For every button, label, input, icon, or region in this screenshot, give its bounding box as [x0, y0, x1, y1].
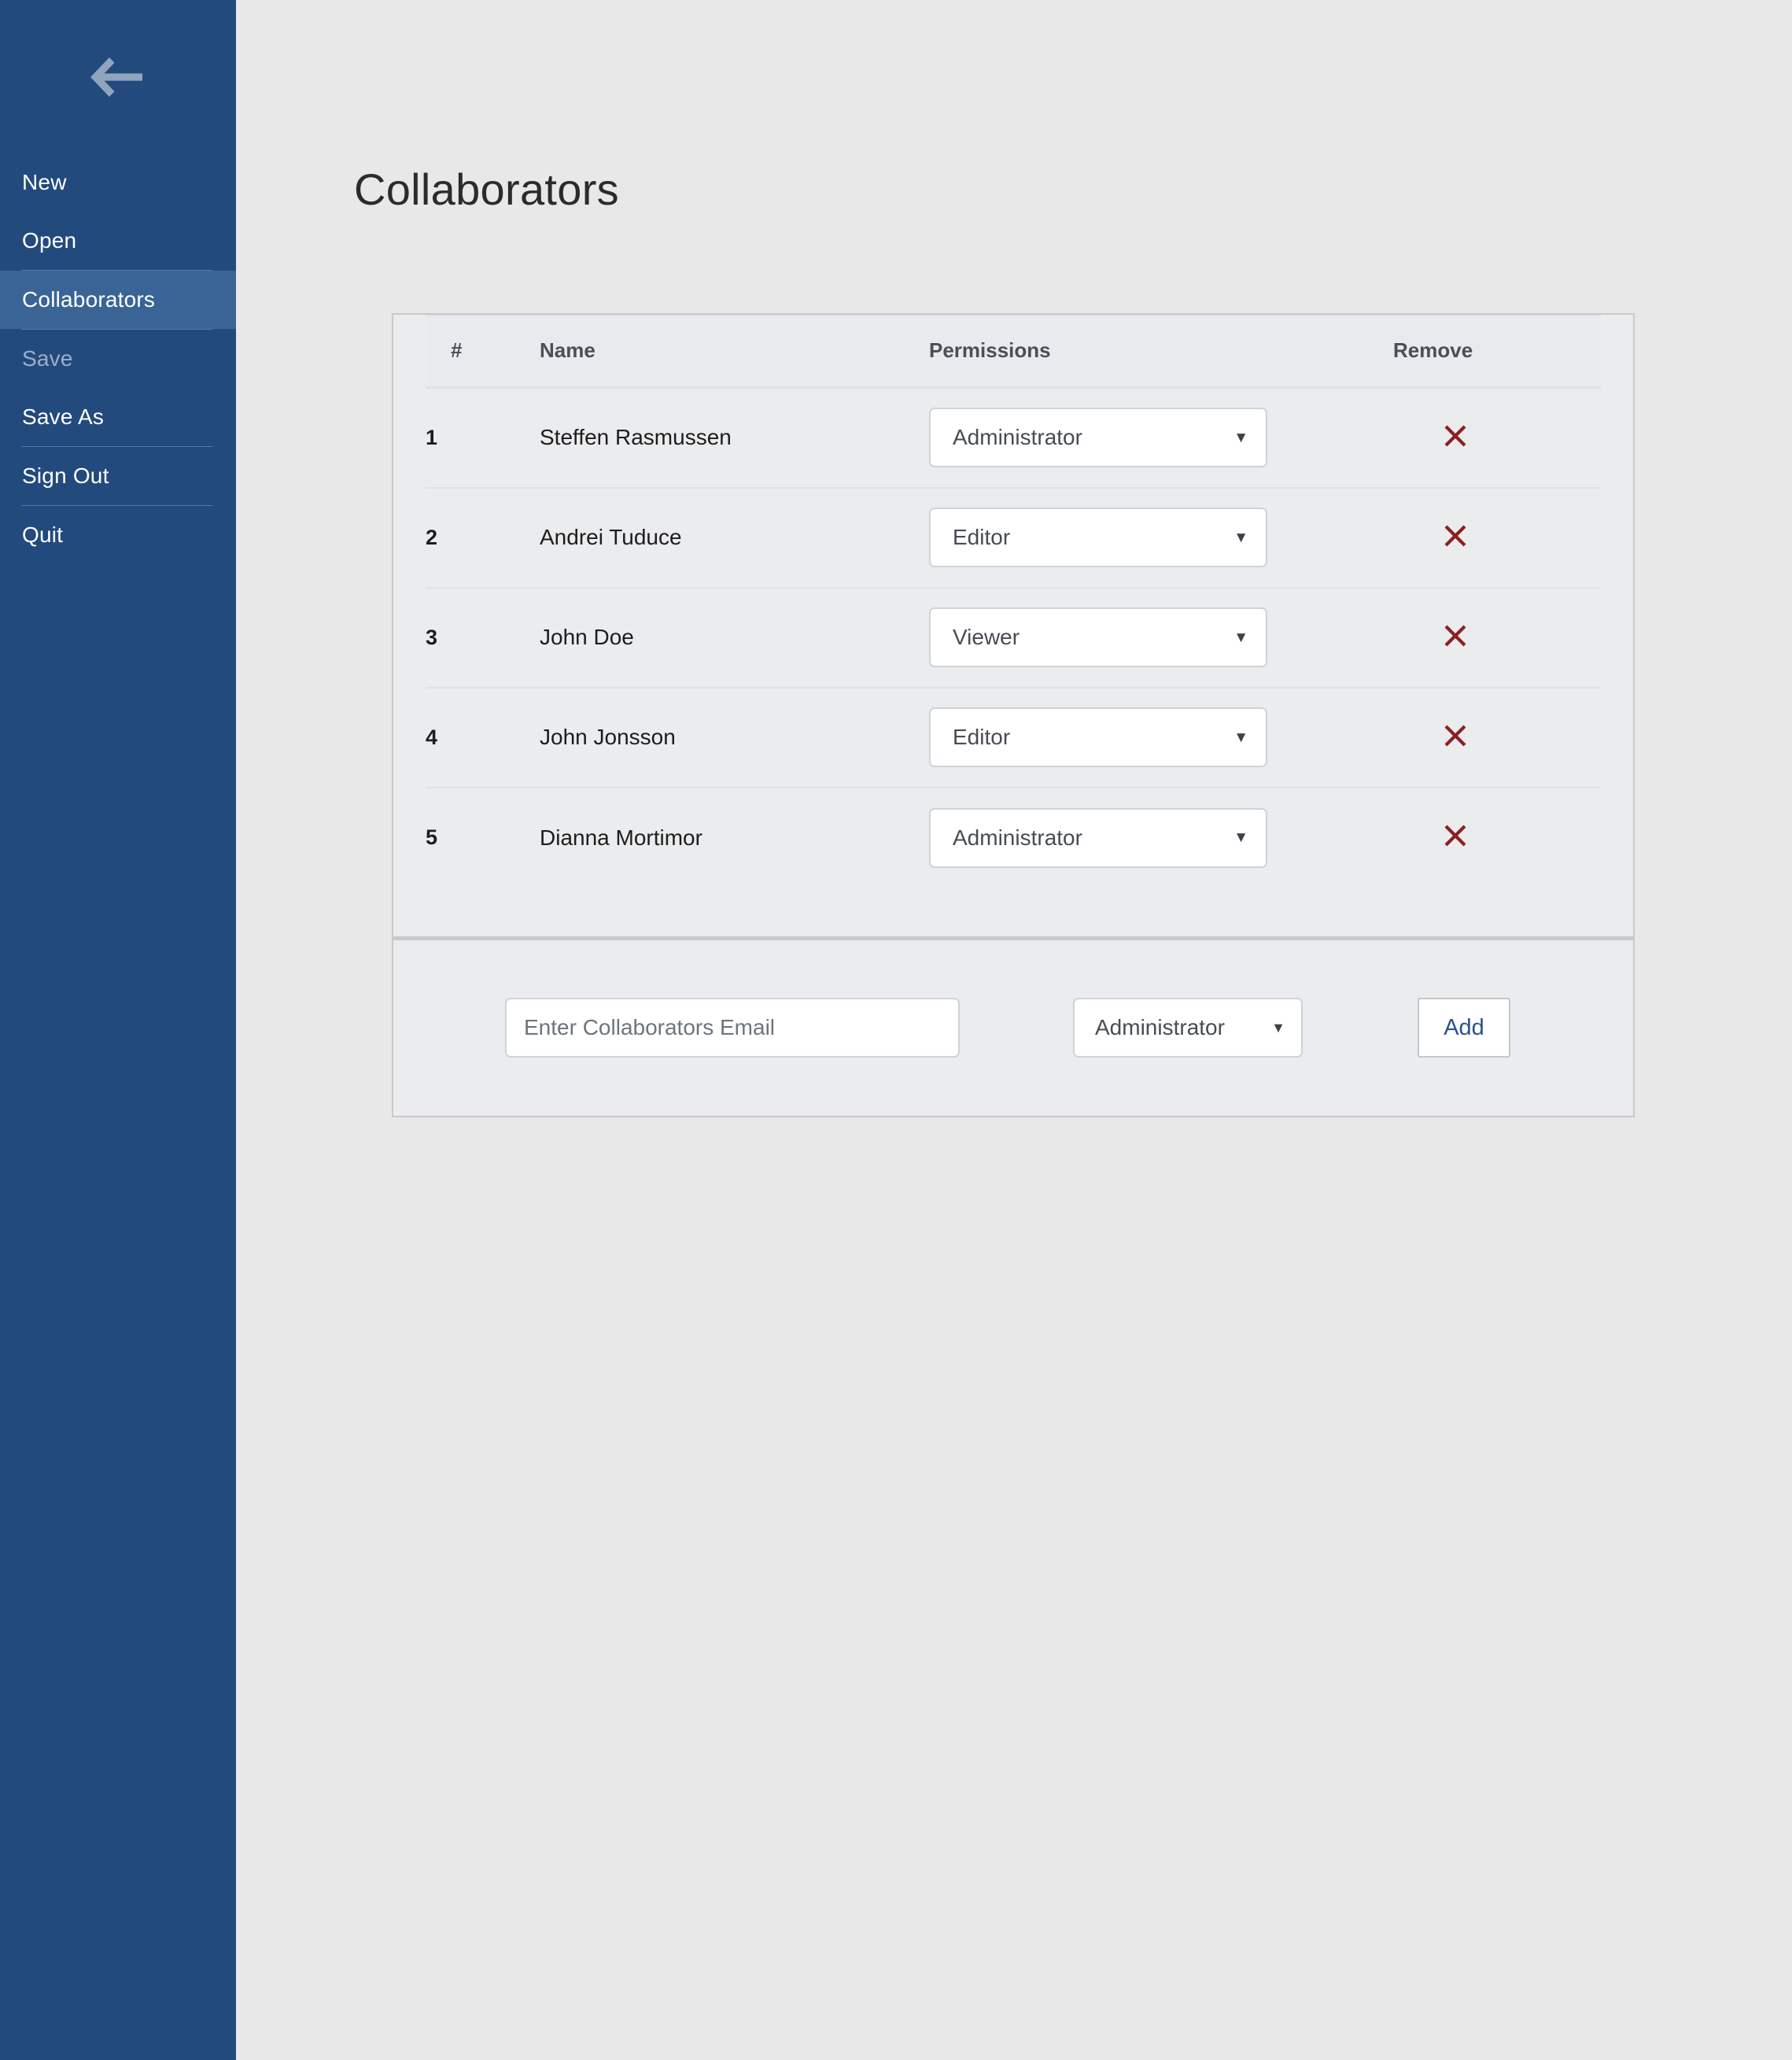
row-permission-cell: Editor ▼ — [929, 687, 1393, 788]
permission-select[interactable]: Editor ▼ — [929, 508, 1267, 567]
row-remove-cell — [1393, 487, 1601, 589]
add-collaborator-form: Administrator ▼ Add — [393, 940, 1633, 1116]
column-header-remove: Remove — [1393, 315, 1601, 389]
new-collaborator-permission-select[interactable]: Administrator ▼ — [1073, 998, 1303, 1058]
sidebar-item-save-as[interactable]: Save As — [0, 388, 236, 446]
permission-select[interactable]: Editor ▼ — [929, 707, 1267, 767]
sidebar-item-label: Quit — [22, 522, 64, 547]
new-permission-value: Administrator — [1095, 1015, 1225, 1039]
chevron-down-icon: ▼ — [1233, 829, 1248, 846]
table-row: 4 John Jonsson Editor ▼ — [426, 687, 1601, 788]
permission-select-value: Administrator — [953, 425, 1082, 450]
collaborators-table-section: # Name Permissions Remove 1 Steffen Rasm… — [393, 315, 1633, 940]
add-collaborator-button[interactable]: Add — [1418, 998, 1510, 1058]
row-number: 5 — [426, 825, 438, 849]
table-header-row: # Name Permissions Remove — [426, 315, 1601, 389]
collaborator-email-input[interactable] — [505, 998, 960, 1058]
table-row: 3 John Doe Viewer ▼ — [426, 587, 1601, 689]
row-number: 1 — [426, 387, 540, 489]
sidebar-item-label: Sign Out — [22, 463, 109, 488]
column-header-number: # — [426, 315, 540, 389]
row-name: Andrei Tuduce — [540, 487, 929, 589]
table-row: 5 Dianna Mortimor Administrator ▼ — [426, 788, 1601, 888]
sidebar-item-save: Save — [0, 330, 236, 388]
row-number: 3 — [426, 587, 540, 689]
chevron-down-icon: ▼ — [1233, 429, 1248, 446]
row-remove-cell — [1393, 788, 1601, 888]
permission-select-value: Administrator — [953, 825, 1082, 850]
close-x-icon[interactable] — [1442, 822, 1469, 849]
permission-select[interactable]: Administrator ▼ — [929, 807, 1267, 868]
table-body: 1 Steffen Rasmussen Administrator ▼ 2 An… — [426, 387, 1601, 888]
table-head: # Name Permissions Remove — [426, 315, 1601, 389]
back-arrow-icon — [90, 57, 142, 97]
row-number: 2 — [426, 487, 540, 589]
sidebar-item-label: Save — [22, 346, 73, 371]
row-remove-cell — [1393, 387, 1601, 489]
close-x-icon[interactable] — [1442, 622, 1469, 649]
collaborators-panel: # Name Permissions Remove 1 Steffen Rasm… — [392, 313, 1635, 1117]
back-button[interactable] — [0, 0, 236, 153]
row-remove-cell — [1393, 687, 1601, 788]
column-header-name: Name — [540, 315, 929, 389]
row-remove-cell — [1393, 587, 1601, 689]
row-name: Dianna Mortimor — [540, 825, 702, 850]
collaborators-table: # Name Permissions Remove 1 Steffen Rasm… — [426, 315, 1601, 888]
row-permission-cell: Editor ▼ — [929, 487, 1393, 589]
row-permission-cell: Administrator ▼ — [929, 387, 1393, 489]
sidebar: New Open Collaborators Save Save As Sign… — [0, 0, 236, 2060]
sidebar-nav: New Open Collaborators Save Save As Sign… — [0, 153, 236, 564]
chevron-down-icon: ▼ — [1233, 729, 1248, 746]
column-header-permissions: Permissions — [929, 315, 1393, 389]
permission-select-value: Viewer — [953, 625, 1020, 649]
chevron-down-icon: ▼ — [1271, 1020, 1285, 1036]
table-row: 2 Andrei Tuduce Editor ▼ — [426, 487, 1601, 589]
chevron-down-icon: ▼ — [1233, 629, 1248, 646]
sidebar-item-open[interactable]: Open — [0, 212, 236, 270]
permission-select[interactable]: Viewer ▼ — [929, 607, 1267, 667]
permission-select-value: Editor — [953, 525, 1011, 549]
sidebar-item-label: Save As — [22, 404, 105, 429]
sidebar-item-new[interactable]: New — [0, 153, 236, 212]
sidebar-item-collaborators[interactable]: Collaborators — [0, 271, 236, 329]
row-permission-cell: Administrator ▼ — [929, 788, 1393, 888]
row-name: John Jonsson — [540, 687, 929, 788]
row-permission-cell: Viewer ▼ — [929, 587, 1393, 689]
close-x-icon[interactable] — [1442, 423, 1469, 449]
page-title: Collaborators — [354, 164, 619, 214]
app-root: New Open Collaborators Save Save As Sign… — [0, 0, 1792, 2060]
sidebar-item-label: Open — [22, 228, 77, 253]
row-name: John Doe — [540, 587, 929, 689]
permission-select-value: Editor — [953, 725, 1011, 749]
chevron-down-icon: ▼ — [1233, 529, 1248, 546]
main-content: Collaborators # Name Permissions Remove — [236, 0, 1792, 2060]
sidebar-item-label: New — [22, 170, 67, 194]
sidebar-item-sign-out[interactable]: Sign Out — [0, 447, 236, 505]
close-x-icon[interactable] — [1442, 722, 1469, 749]
sidebar-item-label: Collaborators — [22, 287, 156, 312]
row-number: 4 — [426, 687, 540, 788]
sidebar-item-quit[interactable]: Quit — [0, 506, 236, 564]
close-x-icon[interactable] — [1442, 522, 1469, 549]
permission-select[interactable]: Administrator ▼ — [929, 408, 1267, 468]
row-name: Steffen Rasmussen — [540, 387, 929, 489]
table-row: 1 Steffen Rasmussen Administrator ▼ — [426, 387, 1601, 489]
